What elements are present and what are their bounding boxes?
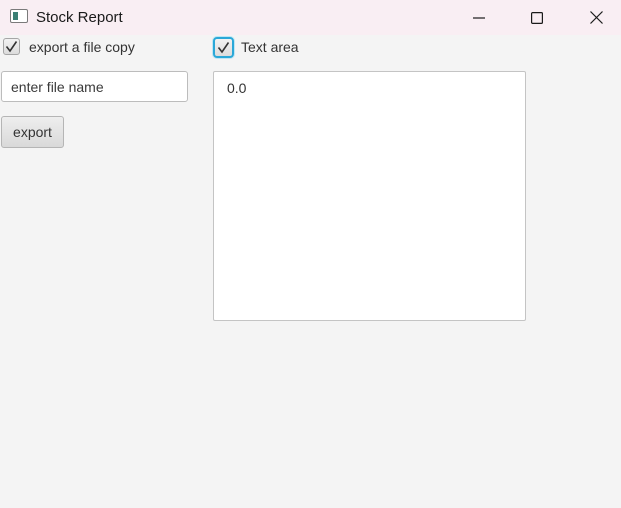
export-copy-checkbox[interactable] — [3, 38, 20, 55]
close-icon — [589, 11, 603, 24]
app-window-icon — [10, 9, 28, 23]
maximize-icon — [531, 11, 543, 24]
minimize-icon — [473, 12, 485, 24]
minimize-button[interactable] — [456, 0, 502, 35]
maximize-button[interactable] — [514, 0, 560, 35]
export-button[interactable]: export — [1, 116, 64, 148]
text-area-content: 0.0 — [227, 80, 247, 96]
checkmark-icon — [5, 41, 18, 53]
text-area-label[interactable]: Text area — [241, 39, 299, 56]
text-area-checkbox[interactable] — [213, 37, 234, 58]
close-button[interactable] — [573, 0, 619, 35]
file-name-input[interactable] — [1, 71, 188, 102]
window-title: Stock Report — [36, 9, 123, 26]
export-copy-label[interactable]: export a file copy — [29, 39, 135, 56]
checkmark-icon — [217, 42, 230, 54]
report-text-area[interactable]: 0.0 — [213, 71, 526, 321]
title-bar[interactable]: Stock Report — [0, 0, 621, 35]
